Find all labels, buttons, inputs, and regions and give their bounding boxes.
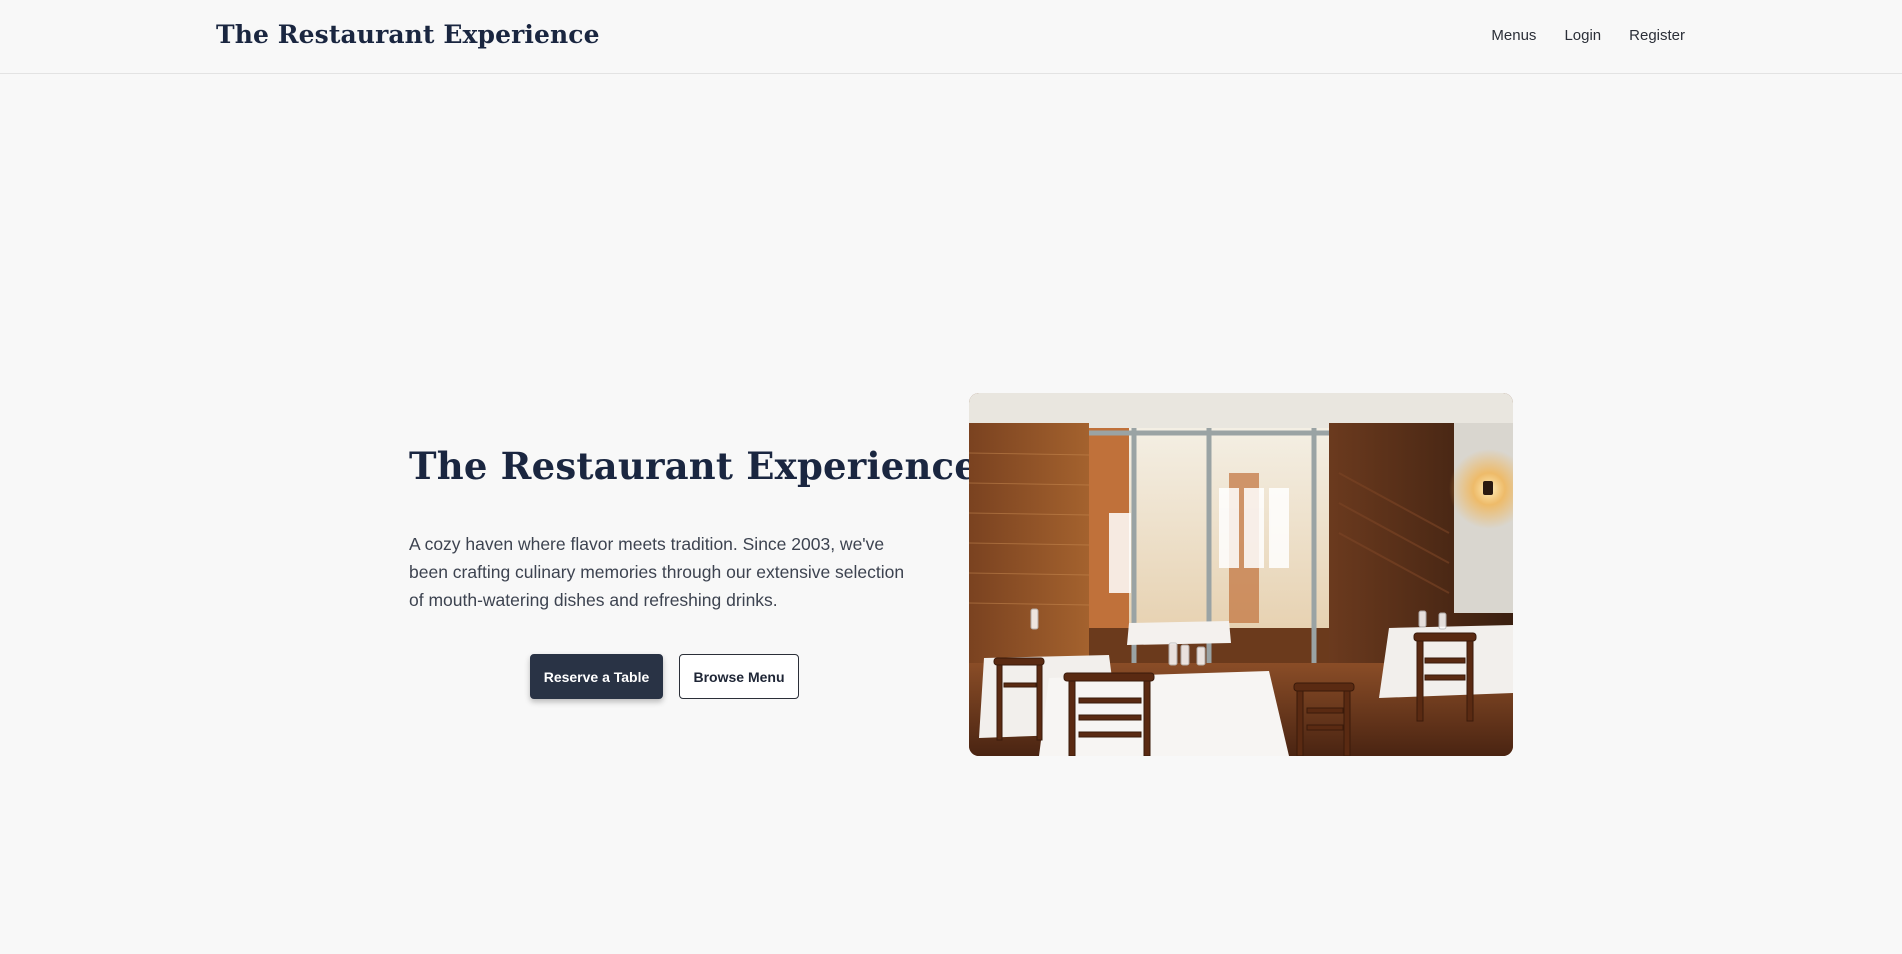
main-nav: Menus Login Register [1491,27,1685,44]
reserve-table-button[interactable]: Reserve a Table [530,654,663,699]
hero-actions: Reserve a Table Browse Menu [530,654,799,699]
nav-link-login[interactable]: Login [1564,27,1601,44]
brand-logo[interactable]: The Restaurant Experience [216,20,600,49]
nav-link-menus[interactable]: Menus [1491,27,1536,44]
hero-title: The Restaurant Experience [409,444,979,488]
hero-description: A cozy haven where flavor meets traditio… [409,534,905,610]
nav-link-register[interactable]: Register [1629,27,1685,44]
restaurant-interior-image [969,393,1513,756]
browse-menu-button[interactable]: Browse Menu [679,654,799,699]
site-header: The Restaurant Experience Menus Login Re… [0,0,1902,74]
